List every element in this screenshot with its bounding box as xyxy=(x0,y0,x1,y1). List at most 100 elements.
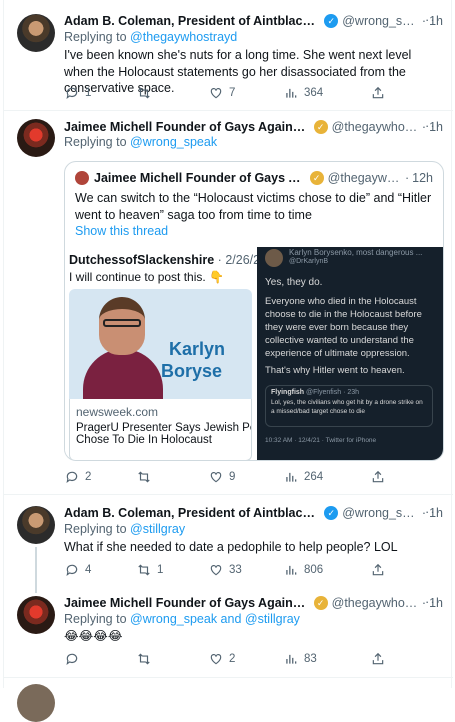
verified-icon: ✓ xyxy=(313,596,328,610)
share-button[interactable] xyxy=(371,86,385,100)
author-handle[interactable]: @wrong_sp... xyxy=(342,14,419,28)
tweet-header: Adam B. Coleman, President of Aintblacki… xyxy=(64,504,443,522)
more-icon[interactable]: ··· xyxy=(425,504,441,519)
reply-count: 1 xyxy=(85,87,92,99)
author-handle[interactable]: @thegaywhos... xyxy=(332,120,419,134)
retweet-button[interactable] xyxy=(137,470,157,484)
avatar[interactable] xyxy=(17,684,55,722)
embedded-line-3: That's why Hitler went to heaven. xyxy=(265,365,405,376)
replying-to-link[interactable]: @wrong_speak and @stillgray xyxy=(130,612,300,626)
embedded-reply-handle: @Flyenfish · 23h xyxy=(306,389,360,396)
replying-prefix: Replying to xyxy=(64,135,127,149)
embedded-reply-user: Flyingfish xyxy=(271,389,305,396)
action-bar: 2 83 xyxy=(62,652,392,668)
share-icon xyxy=(372,563,384,576)
tweet[interactable]: Jaimee Michell Founder of Gays Against .… xyxy=(4,111,453,494)
reply-button[interactable] xyxy=(65,652,85,666)
like-button[interactable]: 7 xyxy=(209,86,235,100)
share-button[interactable] xyxy=(371,470,385,484)
author-name[interactable]: Adam B. Coleman, President of Aintblacki… xyxy=(64,14,321,28)
like-count: 33 xyxy=(229,564,242,576)
media-right-screenshot[interactable]: Karlyn Borysenko, most dangerous ... @Dr… xyxy=(257,247,443,460)
avatar[interactable] xyxy=(17,506,55,544)
retweet-icon xyxy=(138,653,150,665)
embedded-reply-card: Flyingfish @Flyenfish · 23h Lol, yes, th… xyxy=(265,385,433,427)
avatar[interactable] xyxy=(17,119,55,157)
embedded-line-1: Yes, they do. xyxy=(265,277,323,288)
timeline: Adam B. Coleman, President of Aintblacki… xyxy=(3,0,453,722)
replying-to: Replying to @wrong_speak and @stillgray xyxy=(64,612,300,626)
reply-icon xyxy=(66,471,78,484)
tweet[interactable]: Adam B. Coleman, President of Aintblacki… xyxy=(4,495,453,593)
retweet-icon xyxy=(138,471,150,483)
embedded-header: DutchessofSlackenshire · 2/26/23 xyxy=(69,253,268,267)
media-left-screenshot[interactable]: DutchessofSlackenshire · 2/26/23 I will … xyxy=(65,247,267,460)
reply-button[interactable]: 1 xyxy=(65,86,91,100)
like-count: 7 xyxy=(229,87,236,99)
quote-author-handle[interactable]: @thegaywho... xyxy=(328,171,402,185)
like-count: 9 xyxy=(229,471,236,483)
reply-button[interactable]: 4 xyxy=(65,563,91,577)
embedded-reply-text: Lol, yes, the civilians who get hit by a… xyxy=(271,399,423,415)
replying-to-link[interactable]: @thegaywhostrayd xyxy=(130,30,237,44)
author-name[interactable]: Jaimee Michell Founder of Gays Against .… xyxy=(64,596,311,610)
views-button[interactable]: 806 xyxy=(284,563,323,577)
avatar xyxy=(75,171,89,185)
retweet-button[interactable] xyxy=(137,652,157,666)
overlay-name-1: Karlyn xyxy=(169,339,226,359)
views-button[interactable]: 83 xyxy=(284,652,317,666)
tweet[interactable]: Adam B. Coleman, President of Aintblacki… xyxy=(4,0,453,110)
replying-to-link[interactable]: @wrong_speak xyxy=(130,135,217,149)
replying-prefix: Replying to xyxy=(64,30,127,44)
avatar[interactable] xyxy=(17,596,55,634)
replying-to: Replying to @thegaywhostrayd xyxy=(64,30,237,44)
like-button[interactable]: 2 xyxy=(209,652,235,666)
views-icon xyxy=(286,565,297,575)
quote-author-name[interactable]: Jaimee Michell Founder of Gays Again... xyxy=(94,171,307,185)
news-image: Karlyn Boryse xyxy=(69,289,252,399)
reply-icon xyxy=(66,87,78,100)
replying-to: Replying to @stillgray xyxy=(64,522,185,536)
more-icon[interactable]: ··· xyxy=(425,12,441,27)
reply-button[interactable]: 2 xyxy=(65,470,91,484)
embedded-handle: @DrKarlynB xyxy=(289,258,329,265)
heart-icon xyxy=(210,88,222,99)
link-card[interactable]: newsweek.com PragerU Presenter Says Jewi… xyxy=(69,399,252,460)
views-icon xyxy=(286,654,297,664)
share-button[interactable] xyxy=(371,563,385,577)
like-button[interactable]: 9 xyxy=(209,470,235,484)
author-handle[interactable]: @thegaywhos... xyxy=(332,596,419,610)
share-button[interactable] xyxy=(371,652,385,666)
tweet[interactable]: Jaimee Michell Founder of Gays Against .… xyxy=(4,585,453,677)
reply-icon xyxy=(66,653,78,666)
embedded-header: Karlyn Borysenko, most dangerous ... xyxy=(289,248,423,257)
reply-icon xyxy=(66,564,78,577)
share-icon xyxy=(372,470,384,483)
avatar[interactable] xyxy=(17,14,55,52)
embedded-footer: 10:32 AM · 12/4/21 · Twitter for iPhone xyxy=(265,437,377,444)
embedded-user: DutchessofSlackenshire xyxy=(69,253,215,267)
more-icon[interactable]: ··· xyxy=(425,594,441,609)
views-button[interactable]: 264 xyxy=(284,470,323,484)
retweet-button[interactable]: 1 xyxy=(137,563,163,577)
show-thread-link[interactable]: Show this thread xyxy=(75,224,168,238)
author-name[interactable]: Jaimee Michell Founder of Gays Against .… xyxy=(64,120,311,134)
more-icon[interactable]: ··· xyxy=(425,118,441,133)
retweet-icon xyxy=(138,564,150,576)
replying-to-link[interactable]: @stillgray xyxy=(130,522,185,536)
link-headline-2: Chose To Die In Holocaust xyxy=(76,434,212,446)
author-handle[interactable]: @wrong_sp... xyxy=(342,506,419,520)
heart-icon xyxy=(210,565,222,576)
quote-timestamp[interactable]: 12h xyxy=(412,171,433,185)
divider xyxy=(4,677,453,678)
retweet-count: 1 xyxy=(157,564,164,576)
tweet-header: Jaimee Michell Founder of Gays Against .… xyxy=(64,118,443,136)
quoted-tweet[interactable]: Jaimee Michell Founder of Gays Again... … xyxy=(64,161,444,461)
overlay-name-2: Boryse xyxy=(161,361,223,381)
author-name[interactable]: Adam B. Coleman, President of Aintblacki… xyxy=(64,506,321,520)
like-button[interactable]: 33 xyxy=(209,563,242,577)
embedded-line-2: Everyone who died in the Holocaust choos… xyxy=(265,296,422,359)
tweet-header: Jaimee Michell Founder of Gays Against .… xyxy=(64,594,443,612)
views-button[interactable]: 364 xyxy=(284,86,323,100)
retweet-button[interactable] xyxy=(137,86,157,100)
